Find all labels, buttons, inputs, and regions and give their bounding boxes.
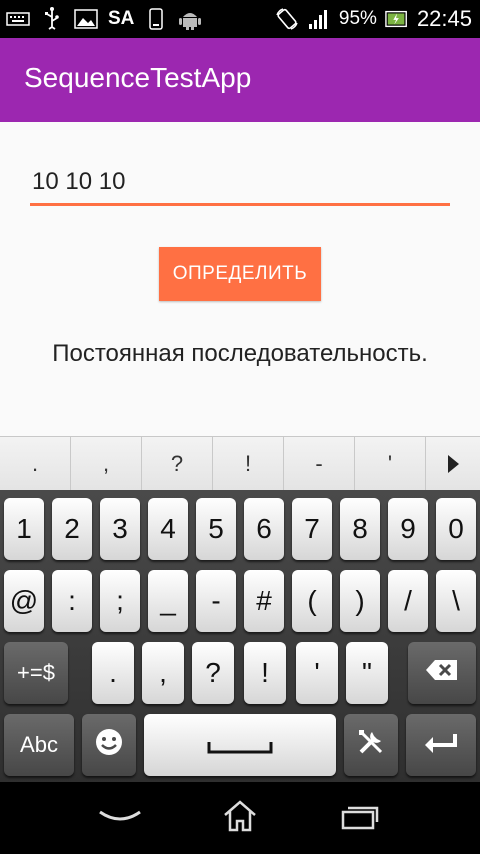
backspace-icon [425, 657, 459, 689]
home-icon [222, 799, 258, 837]
key-0[interactable]: 0 [436, 498, 476, 560]
suggestion-period[interactable]: . [0, 437, 71, 491]
smiley-icon [94, 727, 124, 764]
key-1[interactable]: 1 [4, 498, 44, 560]
usb-icon [40, 7, 64, 31]
android-icon [178, 7, 202, 31]
keyboard: 1 2 3 4 5 6 7 8 9 0 @ : ; _ - # ( ) / \ … [0, 490, 480, 782]
status-right: 95% 22:45 [275, 0, 472, 38]
result-text: Постоянная последовательность. [52, 340, 428, 367]
suggestion-comma[interactable]: , [71, 437, 142, 491]
enter-key[interactable] [406, 714, 476, 776]
key-6[interactable]: 6 [244, 498, 284, 560]
key-period[interactable]: . [92, 642, 134, 704]
key-4[interactable]: 4 [148, 498, 188, 560]
suggestion-more-arrow-icon[interactable] [426, 437, 480, 491]
signal-icon [307, 7, 331, 31]
keyboard-icon [6, 7, 30, 31]
sequence-input-container [30, 162, 450, 206]
key-open-paren[interactable]: ( [292, 570, 332, 632]
space-key[interactable] [144, 714, 336, 776]
tools-icon [357, 728, 385, 763]
suggestion-strip: . , ? ! - ' [0, 436, 480, 491]
key-semicolon[interactable]: ; [100, 570, 140, 632]
suggestion-apostrophe[interactable]: ' [355, 437, 426, 491]
main-content: ОПРЕДЕЛИТЬ Постоянная последовательность… [0, 122, 480, 436]
status-bar: SA 95% 22:45 [0, 0, 480, 38]
symbols-key[interactable]: +=$ [4, 642, 68, 704]
battery-percent: 95% [338, 8, 377, 29]
back-button[interactable] [90, 798, 150, 838]
suggestion-dash[interactable]: - [284, 437, 355, 491]
suggestion-exclaim[interactable]: ! [213, 437, 284, 491]
emoji-key[interactable] [82, 714, 136, 776]
back-icon [96, 806, 144, 830]
key-at[interactable]: @ [4, 570, 44, 632]
key-8[interactable]: 8 [340, 498, 380, 560]
key-2[interactable]: 2 [52, 498, 92, 560]
sequence-input[interactable] [30, 162, 450, 202]
rotate-icon [275, 7, 299, 31]
status-left: SA [6, 0, 202, 38]
key-question[interactable]: ? [192, 642, 234, 704]
key-slash[interactable]: / [388, 570, 428, 632]
recent-apps-button[interactable] [330, 798, 390, 838]
key-9[interactable]: 9 [388, 498, 428, 560]
navigation-bar [0, 782, 480, 854]
abc-key[interactable]: Abc [4, 714, 74, 776]
key-backslash[interactable]: \ [436, 570, 476, 632]
key-7[interactable]: 7 [292, 498, 332, 560]
key-dash[interactable]: - [196, 570, 236, 632]
image-icon [74, 7, 98, 31]
key-exclaim[interactable]: ! [244, 642, 286, 704]
settings-key[interactable] [344, 714, 398, 776]
recent-apps-icon [341, 802, 379, 834]
carrier-label: SA [108, 8, 135, 29]
key-5[interactable]: 5 [196, 498, 236, 560]
suggestion-question[interactable]: ? [142, 437, 213, 491]
backspace-key[interactable] [408, 642, 476, 704]
key-comma[interactable]: , [142, 642, 184, 704]
battery-icon [385, 7, 409, 31]
status-time: 22:45 [416, 6, 472, 31]
key-quote[interactable]: " [346, 642, 388, 704]
enter-icon [423, 729, 459, 761]
sim-icon [144, 7, 168, 31]
home-button[interactable] [210, 798, 270, 838]
detect-button[interactable]: ОПРЕДЕЛИТЬ [159, 247, 321, 301]
key-3[interactable]: 3 [100, 498, 140, 560]
key-close-paren[interactable]: ) [340, 570, 380, 632]
space-icon [207, 729, 273, 761]
app-bar: SequenceTestApp [0, 38, 480, 122]
key-colon[interactable]: : [52, 570, 92, 632]
key-apostrophe[interactable]: ' [296, 642, 338, 704]
app-title: SequenceTestApp [24, 62, 252, 93]
key-underscore[interactable]: _ [148, 570, 188, 632]
key-hash[interactable]: # [244, 570, 284, 632]
